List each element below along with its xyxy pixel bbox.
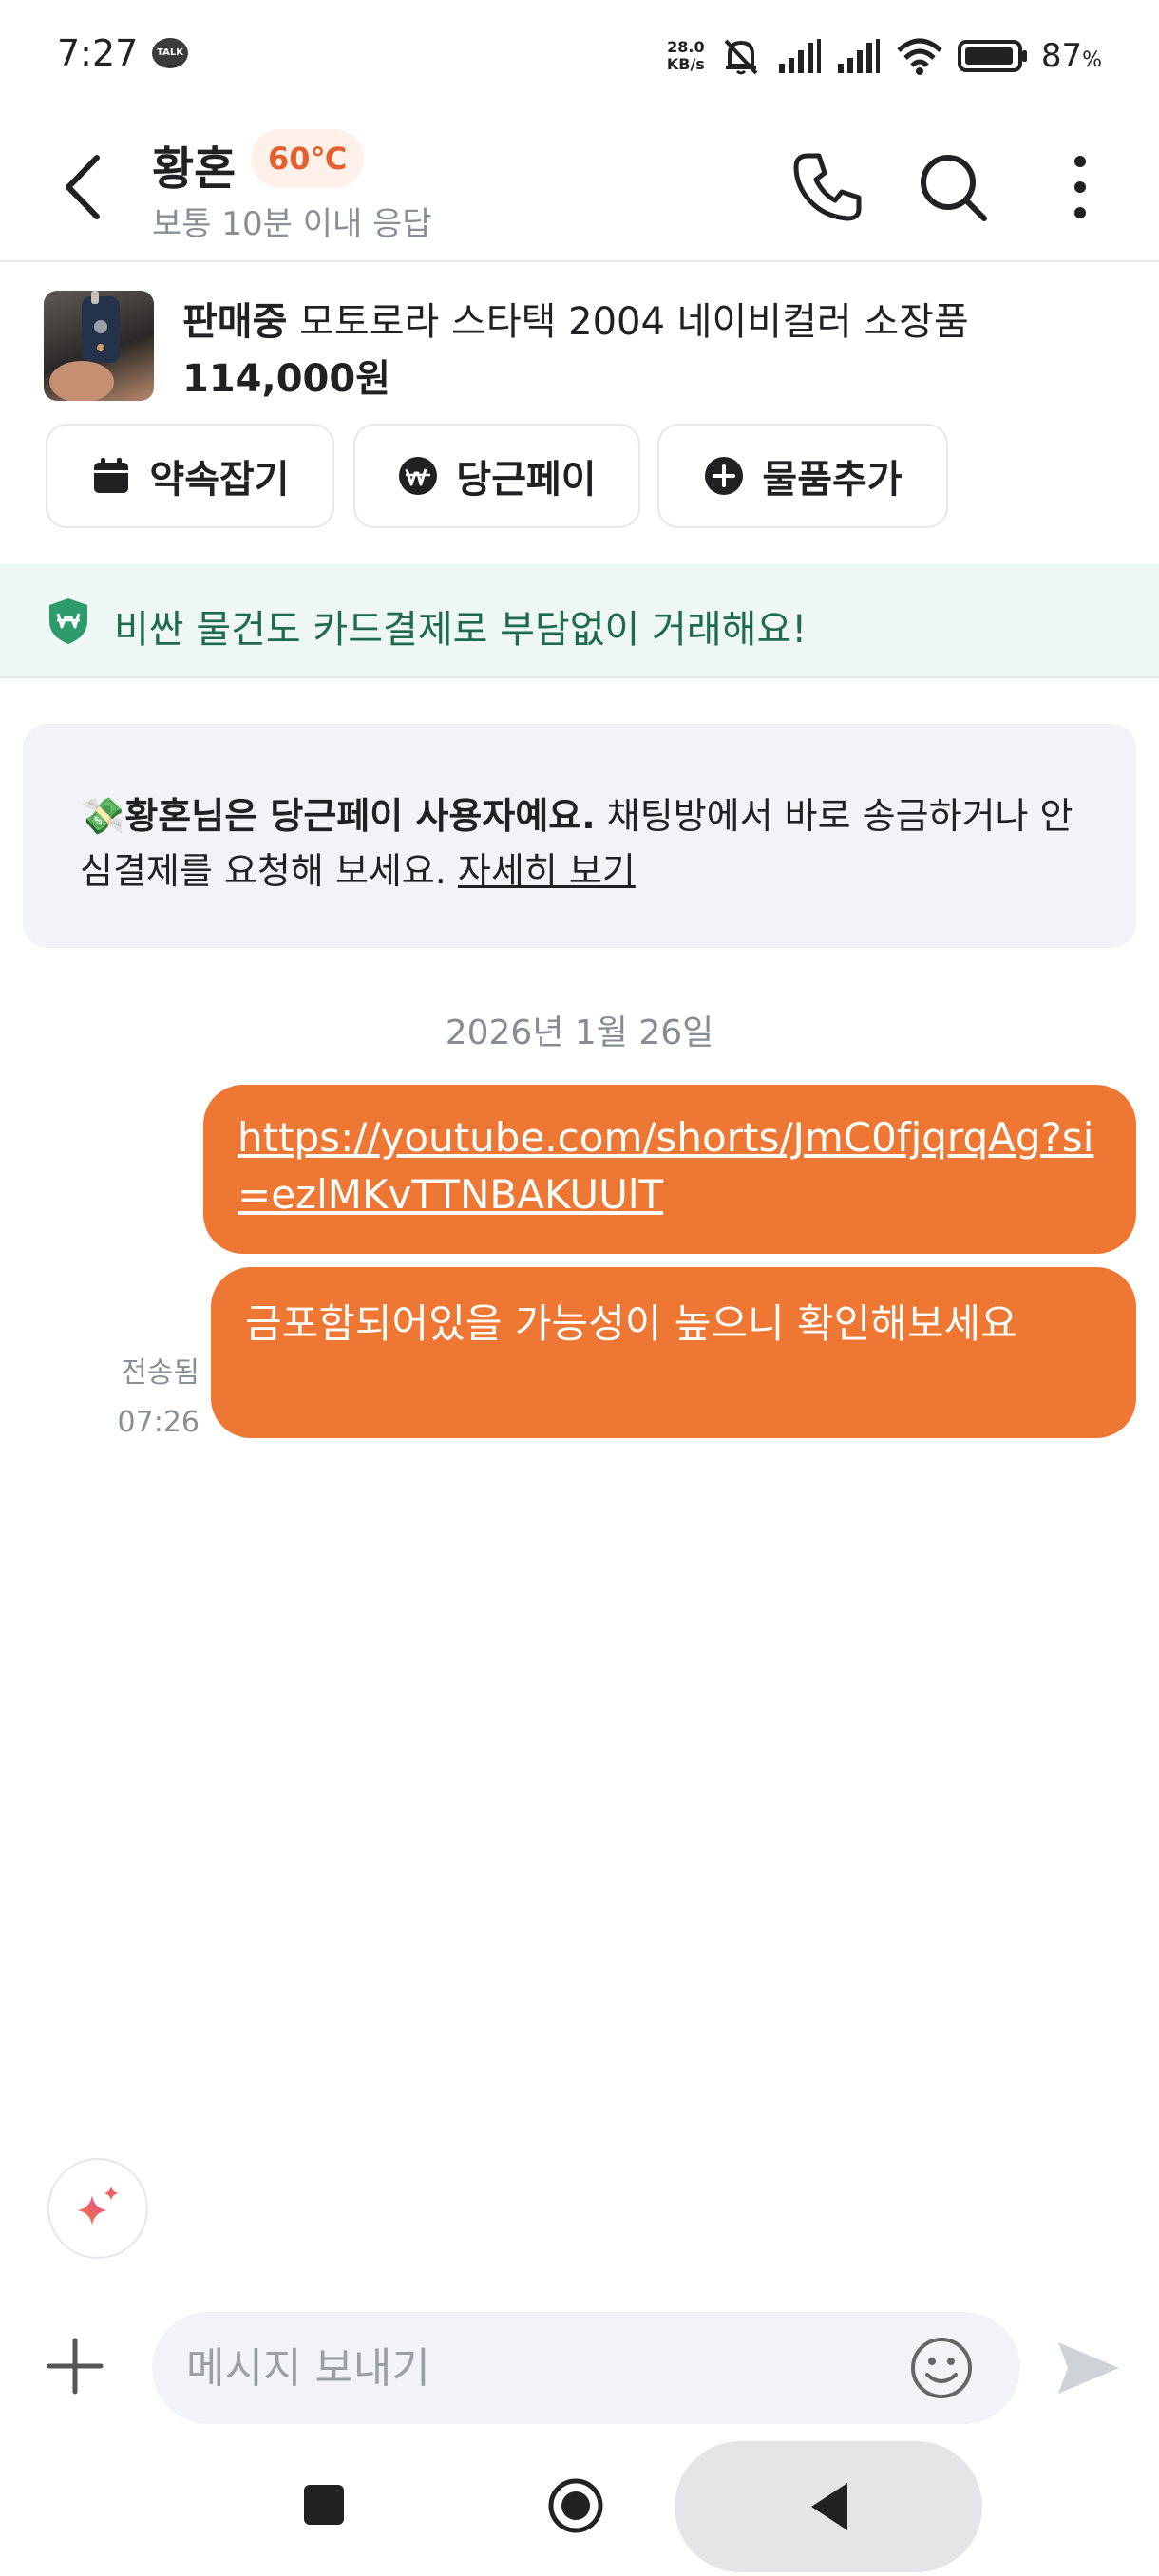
card-payment-banner[interactable]: 비싼 물건도 카드결제로 부담없이 거래해요! [0,564,1159,678]
add-item-button[interactable]: 물품추가 [657,424,948,528]
phone-icon[interactable] [787,146,868,228]
ai-assist-button[interactable] [48,2158,148,2259]
product-summary[interactable]: 판매중 모토로라 스타택 2004 네이비컬러 소장품 114,000원 약속잡… [0,262,1159,557]
network-speed-unit: KB/s [666,55,705,73]
mute-bell-icon [724,39,758,75]
nav-back-triangle-icon[interactable] [808,2479,851,2534]
response-time-text: 보통 10분 이내 응답 [152,205,432,243]
more-vertical-icon[interactable] [1039,146,1121,228]
emoji-icon[interactable] [908,2335,975,2401]
manner-temperature-badge[interactable]: 60℃ [251,129,365,188]
signal-1-icon [778,39,821,73]
message-text: 금포함되어있을 가능성이 높으니 확인해보세요 [245,1300,1017,1347]
sent-message-bubble[interactable]: https://youtube.com/shorts/JmC0fjqrqAg?s… [203,1085,1136,1254]
network-speed-value: 28.0 [667,38,705,56]
kakaotalk-notification-icon: TALK [152,38,188,68]
message-input[interactable] [152,2312,1020,2424]
network-speed: 28.0 KB/s [667,39,705,73]
chat-screen: 7:27 TALK 28.0 KB/s 87% 황혼 60℃ 보통 10분 이내… [0,0,1159,2576]
battery-percent: 87% [1041,37,1102,75]
shield-won-icon [49,598,87,644]
learn-more-link[interactable]: 자세히 보기 [458,850,636,892]
send-icon[interactable] [1054,2337,1123,2399]
karrot-pay-label: 당근페이 [456,458,597,502]
info-card-bold-text: 황혼님은 당근페이 사용자예요. [124,795,596,837]
status-time: 7:27 [57,32,139,74]
battery-percent-value: 87 [1040,37,1083,75]
home-circle-icon[interactable] [547,2477,604,2534]
message-time: 07:26 [117,1406,200,1439]
won-coin-icon [399,457,438,495]
message-meta: 전송됨 07:26 [95,1349,200,1448]
message-link[interactable]: https://youtube.com/shorts/JmC0fjqrqAg?s… [238,1114,1093,1218]
chat-partner-name: 황혼 [152,142,237,196]
money-emoji-icon: 💸 [80,795,125,837]
back-arrow-icon[interactable] [55,146,112,228]
status-indicators: 28.0 KB/s 87% [667,28,1102,84]
date-separator: 2026년 1월 26일 [445,1013,714,1052]
karrot-pay-info-card: 💸황혼님은 당근페이 사용자예요. 채팅방에서 바로 송금하거나 안심결제를 요… [23,724,1136,948]
wifi-icon [897,38,942,75]
attach-plus-icon[interactable] [44,2335,106,2397]
sparkle-icon [77,2186,119,2226]
sent-message-bubble[interactable]: 금포함되어있을 가능성이 높으니 확인해보세요 [211,1267,1136,1438]
status-bar: 7:27 TALK 28.0 KB/s 87% [0,0,1159,112]
search-icon[interactable] [912,146,994,228]
battery-icon [957,40,1027,72]
calendar-icon [94,458,129,493]
product-thumbnail[interactable] [44,291,154,401]
sale-status: 판매중 [182,300,288,344]
product-price: 114,000원 [182,357,390,401]
sent-status: 전송됨 [121,1356,200,1390]
banner-text: 비싼 물건도 카드결제로 부담없이 거래해요! [114,608,808,652]
chat-header: 황혼 60℃ 보통 10분 이내 응답 [0,112,1159,262]
make-appointment-label: 약속잡기 [149,458,290,502]
plus-circle-icon [705,457,744,495]
battery-percent-sign: % [1082,48,1102,72]
product-name: 모토로라 스타택 2004 네이비컬러 소장품 [299,300,969,344]
recent-apps-icon[interactable] [304,2485,344,2525]
make-appointment-button[interactable]: 약속잡기 [46,424,334,528]
product-title[interactable]: 판매중 모토로라 스타택 2004 네이비컬러 소장품 [182,291,969,346]
karrot-pay-button[interactable]: 당근페이 [353,424,640,528]
add-item-label: 물품추가 [762,458,902,502]
phone-photo-icon [49,291,120,401]
signal-2-icon [837,39,880,73]
